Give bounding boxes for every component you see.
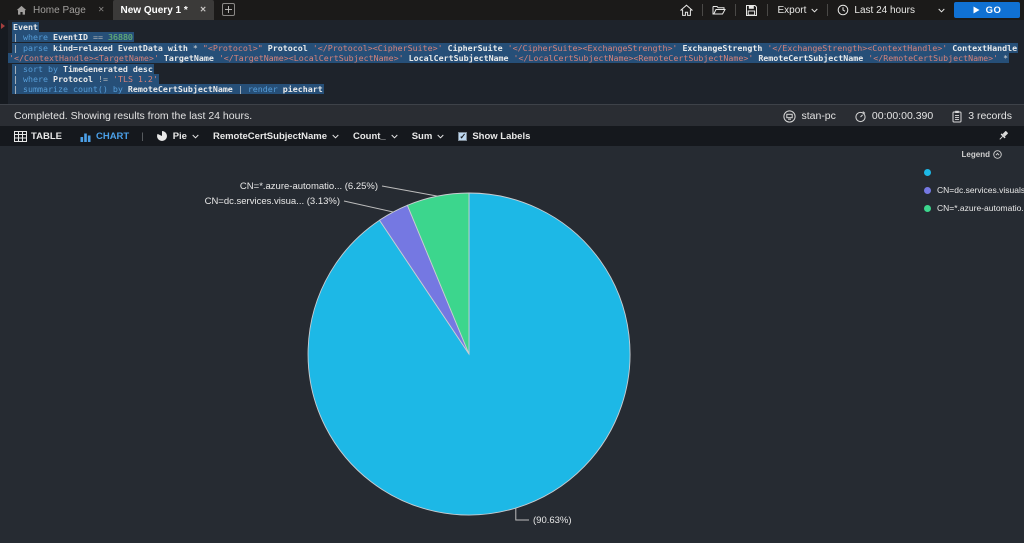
stopwatch-icon: [854, 110, 867, 123]
chart-type-value: Pie: [173, 131, 187, 142]
time-range-label: Last 24 hours: [854, 5, 915, 16]
bar-chart-icon: [80, 131, 92, 142]
close-icon[interactable]: ✕: [98, 6, 105, 14]
tab-label: Home Page: [33, 5, 86, 16]
pin-button[interactable]: [998, 130, 1010, 142]
code-line: '</ContextHandle><TargetName>' TargetNam…: [8, 53, 1024, 63]
table-label: TABLE: [31, 131, 62, 142]
checkbox-checked-icon: ✓: [458, 132, 467, 141]
tab-bar: Home Page ✕ New Query 1 * ✕ Export: [0, 0, 1024, 20]
export-button[interactable]: Export: [777, 5, 818, 16]
show-labels-toggle[interactable]: ✓ Show Labels: [458, 131, 530, 142]
chart-area: (90.63%) CN=dc.services.visua... (3.13%) C…: [0, 146, 1024, 538]
table-view-button[interactable]: TABLE: [14, 131, 62, 142]
slice-label: CN=dc.services.visua... (3.13%): [205, 196, 340, 207]
value-field-dropdown[interactable]: Count_: [353, 131, 398, 142]
query-text: Event| where EventID == 36880| parse kin…: [8, 22, 1024, 95]
chevron-down-icon: [811, 8, 818, 13]
chart-view-button[interactable]: CHART: [80, 131, 129, 142]
status-message: Completed. Showing results from the last…: [14, 110, 252, 122]
chart-label: CHART: [96, 131, 129, 142]
machine-name: stan-pc: [801, 110, 835, 122]
aggregation-dropdown[interactable]: Sum: [412, 131, 445, 142]
query-editor[interactable]: Event| where EventID == 36880| parse kin…: [0, 20, 1024, 104]
legend-title: Legend: [962, 150, 990, 159]
query-duration: 00:00:00.390: [854, 110, 933, 123]
chevron-down-icon: [332, 134, 339, 139]
aggregation-value: Sum: [412, 131, 433, 142]
open-file-button[interactable]: [712, 4, 726, 16]
code-line: | where EventID == 36880: [8, 32, 1024, 42]
time-range-picker[interactable]: Last 24 hours: [837, 4, 945, 16]
legend-label: CN=dc.services.visualst...: [937, 185, 1024, 195]
tab-home-page[interactable]: Home Page ✕: [8, 0, 113, 20]
legend-dot-icon: [924, 169, 931, 176]
code-line: Event: [8, 22, 1024, 32]
divider: |: [141, 131, 143, 142]
home-icon: [680, 4, 693, 17]
chevron-down-icon: [938, 8, 945, 13]
divider: [767, 4, 768, 16]
clock-icon: [837, 4, 849, 16]
export-label: Export: [777, 5, 806, 16]
results-status-bar: Completed. Showing results from the last…: [0, 104, 1024, 126]
divider: [827, 4, 828, 16]
slice-label: CN=*.azure-automatio... (6.25%): [240, 181, 378, 192]
home-icon: [16, 5, 27, 16]
gutter-marker-icon: [1, 23, 5, 29]
new-tab-button[interactable]: [222, 3, 235, 16]
table-icon: [14, 131, 27, 142]
chart-toolbar: TABLE CHART | Pie RemoteCertSubjectName …: [0, 126, 1024, 146]
clipboard-icon: [951, 110, 963, 123]
chevron-down-icon: [437, 134, 444, 139]
callout-line: [516, 508, 529, 520]
value-field: Count_: [353, 131, 386, 142]
pie-chart: (90.63%) CN=dc.services.visua... (3.13%) C…: [0, 146, 1024, 538]
code-line: | summarize count() by RemoteCertSubject…: [8, 84, 1024, 94]
split-by-dropdown[interactable]: RemoteCertSubjectName: [213, 131, 339, 142]
code-line: | sort by TimeGenerated desc: [8, 64, 1024, 74]
go-button[interactable]: GO: [954, 2, 1020, 18]
chevron-down-icon: [192, 134, 199, 139]
machine-info: stan-pc: [783, 110, 835, 123]
editor-gutter: [0, 20, 8, 104]
legend-item[interactable]: CN=*.azure-automatio...: [918, 200, 1024, 216]
home-button[interactable]: [680, 4, 693, 17]
legend-item[interactable]: CN=dc.services.visualst...: [918, 182, 1024, 198]
code-line: | where Protocol != 'TLS 1.2': [8, 74, 1024, 84]
slice-label: (90.63%): [533, 515, 572, 526]
save-icon: [745, 4, 758, 17]
legend-item[interactable]: [918, 164, 1024, 180]
show-labels-label: Show Labels: [472, 131, 530, 142]
chart-legend: Legend CN=dc.services.visualst... CN=*.az…: [918, 150, 1024, 216]
legend-dot-icon: [924, 187, 931, 194]
record-count: 3 records: [951, 110, 1012, 123]
records-value: 3 records: [968, 110, 1012, 122]
callout-line: [344, 201, 393, 212]
split-by-value: RemoteCertSubjectName: [213, 131, 327, 142]
code-line: | parse kind=relaxed EventData with * "<…: [8, 43, 1024, 53]
duration-value: 00:00:00.390: [872, 110, 933, 122]
legend-label: CN=*.azure-automatio...: [937, 203, 1024, 213]
legend-collapse-icon[interactable]: [993, 150, 1002, 159]
tab-label: New Query 1 *: [121, 5, 188, 16]
chevron-down-icon: [391, 134, 398, 139]
pie-icon: [156, 130, 168, 142]
legend-dot-icon: [924, 205, 931, 212]
divider: [735, 4, 736, 16]
chart-type-dropdown[interactable]: Pie: [156, 130, 199, 142]
go-label: GO: [986, 5, 1002, 16]
close-icon[interactable]: ✕: [200, 6, 207, 14]
save-button[interactable]: [745, 4, 758, 17]
pin-icon: [998, 130, 1010, 142]
tab-new-query[interactable]: New Query 1 * ✕: [113, 0, 215, 20]
folder-open-icon: [712, 4, 726, 16]
play-icon: [973, 6, 980, 14]
plus-icon: [225, 6, 232, 13]
callout-line: [382, 186, 438, 196]
computer-icon: [783, 110, 796, 123]
divider: [702, 4, 703, 16]
